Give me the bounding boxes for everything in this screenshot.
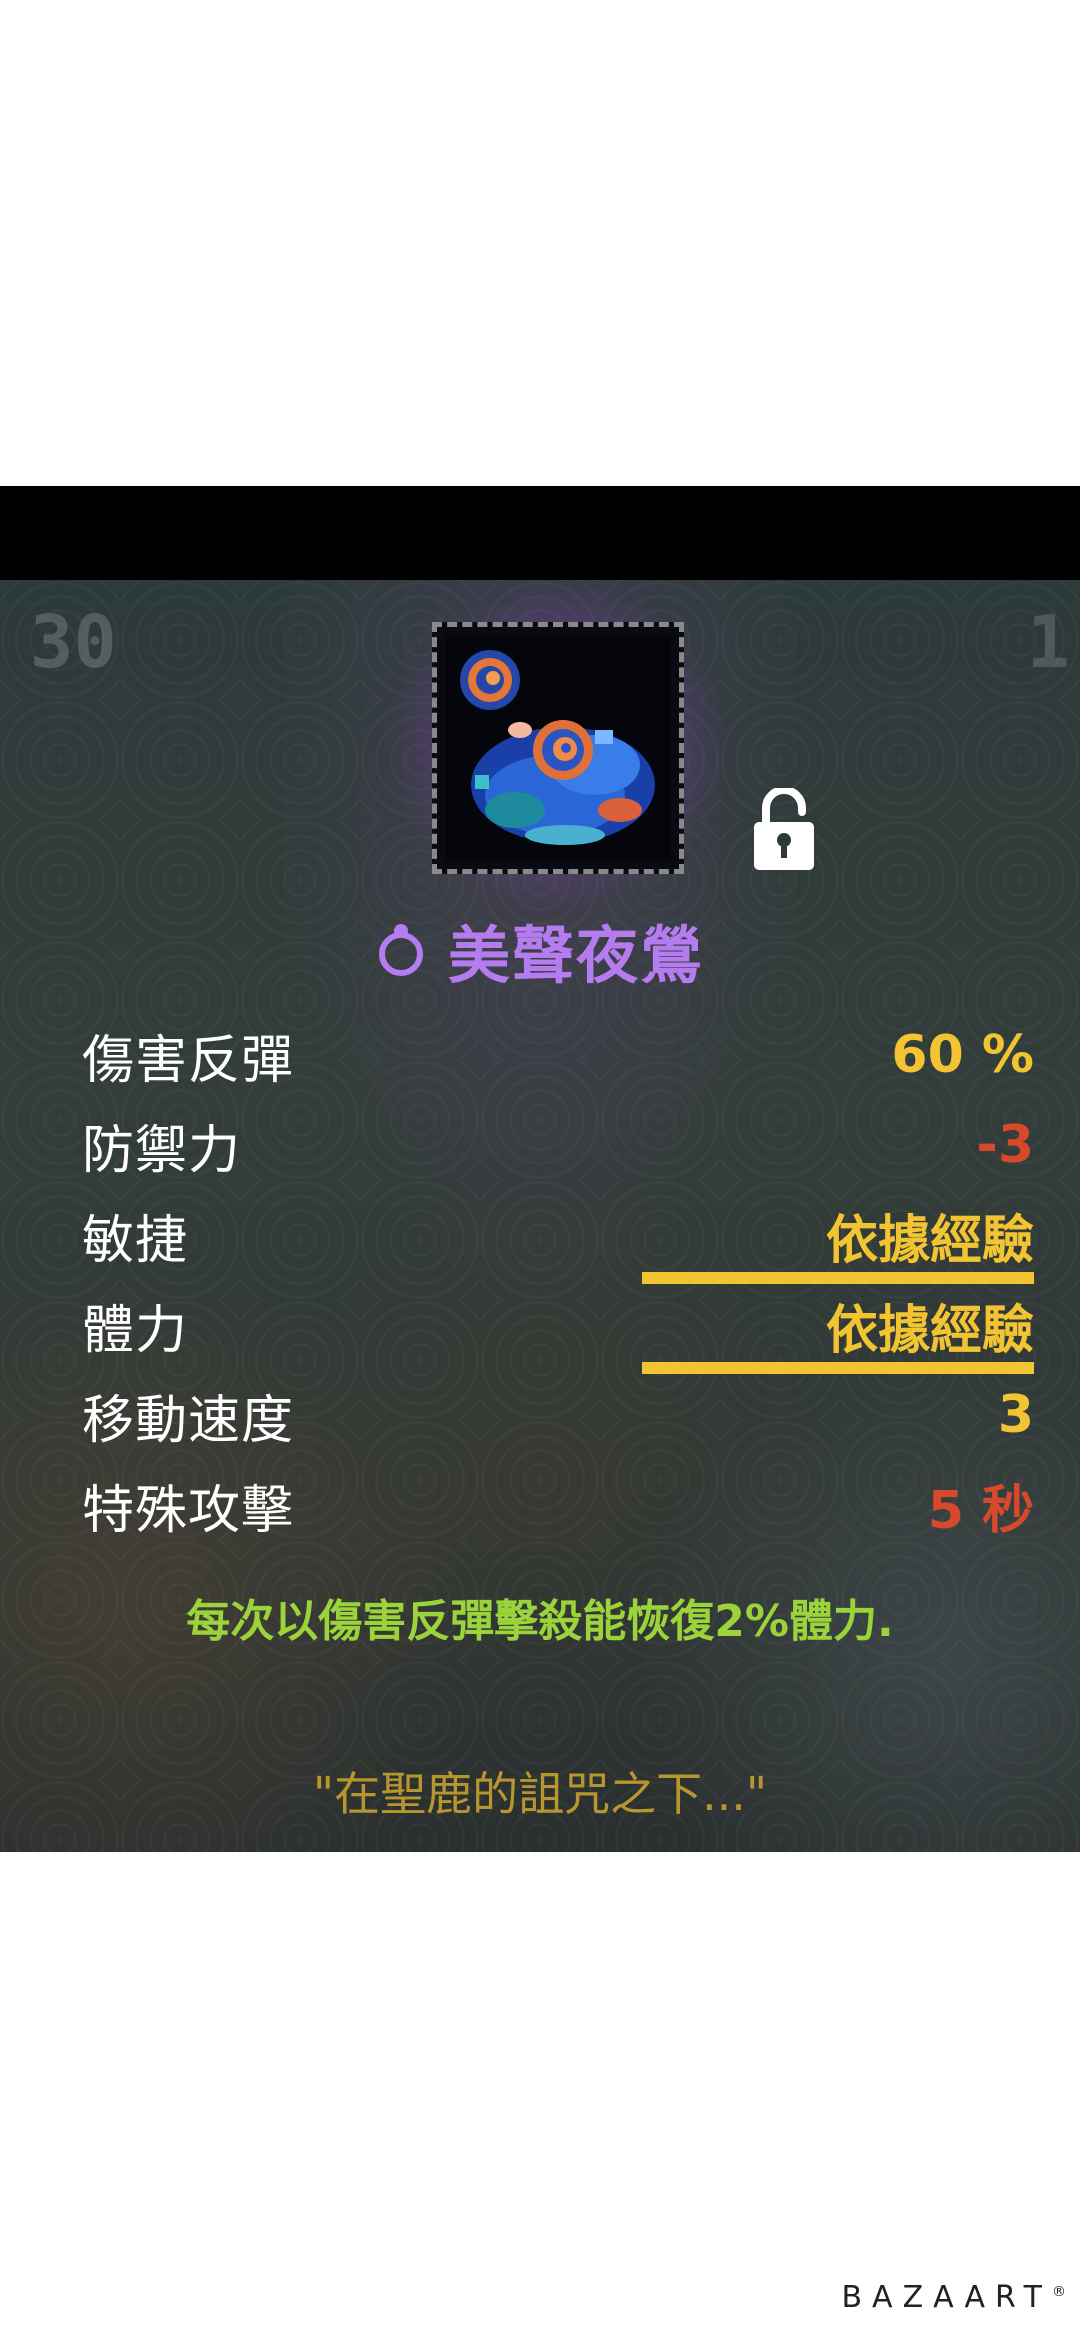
stat-row-special-attack: 特殊攻擊 5 秒 (82, 1460, 1034, 1550)
stats-list: 傷害反彈 60 % 防禦力 -3 敏捷 依據經驗 體力 依據經驗 移動速度 3 (82, 1010, 1034, 1550)
stat-label: 傷害反彈 (82, 1030, 295, 1091)
corner-marker: 1 (1026, 600, 1070, 684)
bazaart-watermark: BAZAART® (841, 2280, 1066, 2315)
stat-row-move-speed: 移動速度 3 (82, 1370, 1034, 1460)
nightingale-icon (445, 635, 671, 861)
stat-value: 5 秒 (927, 1480, 1034, 1541)
stat-value: 依據經驗 (825, 1300, 1034, 1361)
top-black-bar (0, 486, 1080, 580)
registered-mark: ® (1052, 2284, 1066, 2300)
item-name: 美聲夜鶯 (447, 919, 704, 992)
watermark-text: BAZAART (841, 2280, 1052, 2315)
stat-value: -3 (976, 1115, 1034, 1175)
stat-label: 移動速度 (82, 1390, 295, 1451)
stat-row-agility: 敏捷 依據經驗 (82, 1190, 1034, 1284)
stat-label: 防禦力 (82, 1120, 242, 1181)
stat-row-damage-reflect: 傷害反彈 60 % (82, 1010, 1034, 1100)
unlocked-padlock-icon[interactable] (752, 788, 816, 872)
stat-value: 依據經驗 (825, 1210, 1034, 1271)
special-effect-text: 每次以傷害反彈擊殺能恢復2%體力. (186, 1596, 894, 1647)
stat-label: 體力 (82, 1300, 189, 1361)
stat-label: 特殊攻擊 (82, 1480, 295, 1541)
item-title-row: 美聲夜鶯 (0, 910, 1080, 992)
stat-row-defense: 防禦力 -3 (82, 1100, 1034, 1190)
item-detail-panel: 30 1 美聲夜鶯 傷害反彈 60 % 防禦力 -3 敏捷 依據經驗 體力 依據… (0, 580, 1080, 1852)
level-number: 30 (30, 600, 117, 684)
stat-value: 3 (997, 1385, 1034, 1445)
stat-value: 60 % (891, 1025, 1034, 1085)
item-icon-frame[interactable] (432, 622, 684, 874)
stat-row-stamina: 體力 依據經驗 (82, 1280, 1034, 1374)
flavor-quote: "在聖鹿的詛咒之下..." (312, 1767, 768, 1821)
screen: 30 1 美聲夜鶯 傷害反彈 60 % 防禦力 -3 敏捷 依據經驗 體力 依據… (0, 0, 1080, 2339)
ring-icon (378, 924, 423, 976)
stat-label: 敏捷 (82, 1210, 189, 1271)
